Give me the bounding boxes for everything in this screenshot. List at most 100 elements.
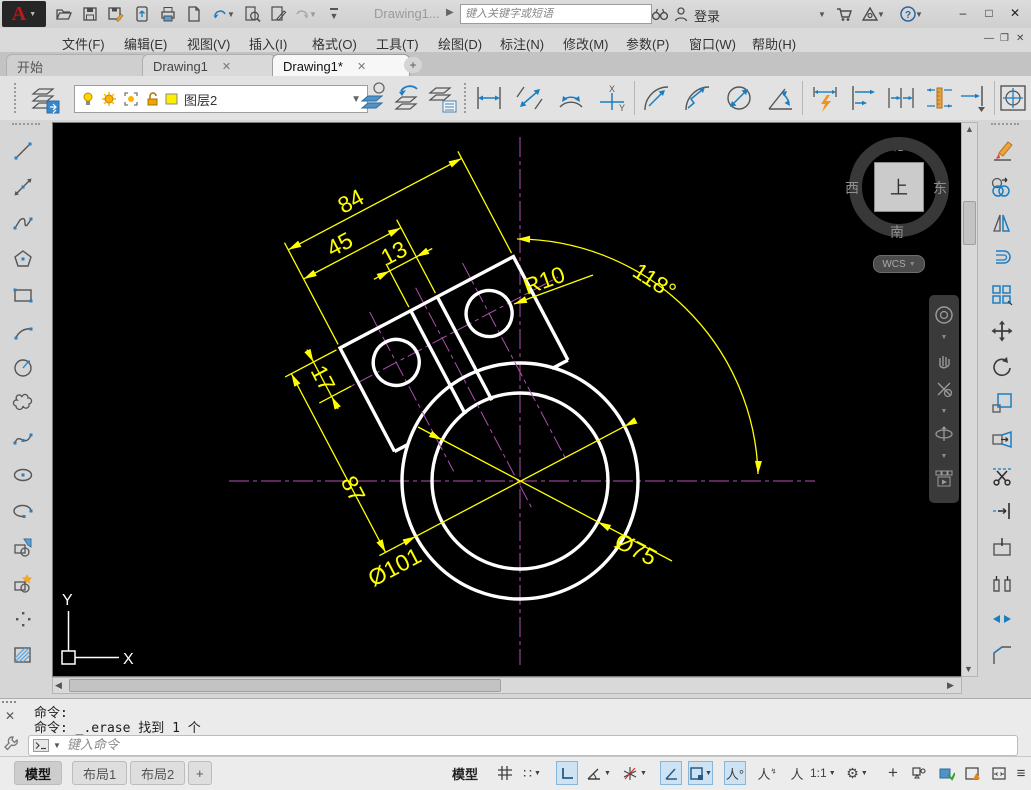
isodraft-toggle[interactable]: ▼ xyxy=(622,761,647,785)
horizontal-scrollbar[interactable]: ◀ ▶ xyxy=(52,677,962,694)
doc-minimize-button[interactable]: — xyxy=(984,33,994,44)
toolbar-grip[interactable] xyxy=(991,123,1019,133)
open-button[interactable] xyxy=(52,3,76,25)
dim-aligned-button[interactable] xyxy=(513,80,547,116)
spline-tool[interactable] xyxy=(6,421,40,457)
a360-dropdown[interactable]: ▼ xyxy=(876,3,886,25)
ucs-icon[interactable]: Y X xyxy=(62,592,134,668)
ellipse-arc-tool[interactable] xyxy=(6,493,40,529)
revision-cloud-tool[interactable] xyxy=(6,385,40,421)
ortho-toggle[interactable] xyxy=(556,761,578,785)
command-input-row[interactable]: ▼ xyxy=(28,735,1018,756)
dim-continue-button[interactable] xyxy=(884,80,918,116)
line-tool[interactable] xyxy=(6,133,40,169)
undo-dropdown[interactable]: ▼ xyxy=(226,3,236,25)
annotation-scale-icon-button[interactable]: 人 xyxy=(786,761,808,785)
dim-radius-button[interactable] xyxy=(640,80,674,116)
doc-restore-button[interactable]: ❐ xyxy=(1000,33,1009,44)
tab-model[interactable]: 模型 xyxy=(14,761,62,785)
stretch-tool[interactable] xyxy=(985,421,1019,457)
annotation-visibility-toggle[interactable]: 人° xyxy=(724,761,746,785)
tab-drawing1[interactable]: Drawing1✕ xyxy=(142,54,276,77)
customization-button[interactable]: ≡ xyxy=(1010,761,1031,785)
toolbar-grip[interactable] xyxy=(14,83,19,113)
move-tool[interactable] xyxy=(985,313,1019,349)
chamfer-tool[interactable] xyxy=(985,637,1019,673)
app-logo-button[interactable]: A ▼ xyxy=(2,1,46,27)
redo-dropdown[interactable]: ▼ xyxy=(308,3,318,25)
quick-dimension-button[interactable] xyxy=(808,80,842,116)
dim-jogged-button[interactable] xyxy=(681,80,715,116)
horizontal-scroll-thumb[interactable] xyxy=(69,679,501,692)
save-to-mobile-button[interactable] xyxy=(130,3,154,25)
plot-button[interactable] xyxy=(156,3,180,25)
toolbar-grip[interactable] xyxy=(464,83,469,113)
rectangle-tool[interactable] xyxy=(6,277,40,313)
annotation-scale-dropdown[interactable]: 1:1▼ xyxy=(810,761,836,785)
dim-ordinate-button[interactable]: XY xyxy=(595,80,629,116)
offset-tool[interactable] xyxy=(985,241,1019,277)
auto-scale-toggle[interactable]: 人↯ xyxy=(756,761,778,785)
search-input[interactable] xyxy=(460,4,652,24)
layer-dropdown[interactable]: 图层2 ▼ xyxy=(74,85,368,113)
toolbar-grip[interactable] xyxy=(12,123,40,133)
object-snap-tracking-toggle[interactable] xyxy=(660,761,682,785)
polygon-tool[interactable] xyxy=(6,241,40,277)
insert-block-tool[interactable] xyxy=(6,529,40,565)
dim-arc-length-button[interactable] xyxy=(554,80,588,116)
dim-break-button[interactable] xyxy=(957,80,991,116)
minimize-button[interactable]: – xyxy=(952,6,974,20)
ellipse-tool[interactable] xyxy=(6,457,40,493)
layer-properties-button[interactable] xyxy=(24,80,68,116)
command-input[interactable] xyxy=(65,737,1013,754)
selection-filtering-button[interactable] xyxy=(908,761,930,785)
layer-states-button[interactable] xyxy=(426,80,460,116)
close-icon[interactable]: ✕ xyxy=(357,60,366,73)
circle-tool[interactable] xyxy=(6,349,40,385)
model-space-canvas[interactable]: 84 45 13 17 87 Ø101 xyxy=(52,122,962,677)
annotation-monitor-button[interactable]: + xyxy=(882,761,904,785)
create-block-tool[interactable] xyxy=(6,565,40,601)
dim-diameter-button[interactable] xyxy=(722,80,756,116)
customize-command-button[interactable] xyxy=(3,735,19,751)
doc-close-button[interactable]: ✕ xyxy=(1016,33,1024,44)
extend-tool[interactable] xyxy=(985,493,1019,529)
close-button[interactable]: ✕ xyxy=(1004,6,1026,20)
point-tool[interactable] xyxy=(6,601,40,637)
scroll-down-arrow[interactable]: ▼ xyxy=(962,663,975,676)
new-layout-button[interactable]: + xyxy=(188,761,212,785)
scroll-left-arrow[interactable]: ◀ xyxy=(55,679,62,692)
join-tool[interactable] xyxy=(985,601,1019,637)
polyline-tool[interactable] xyxy=(6,205,40,241)
trim-tool[interactable] xyxy=(985,457,1019,493)
command-grip[interactable] xyxy=(2,701,16,709)
save-button[interactable] xyxy=(78,3,102,25)
scroll-up-arrow[interactable]: ▲ xyxy=(962,123,977,136)
layer-previous-button[interactable] xyxy=(392,80,426,116)
tab-start[interactable]: 开始 xyxy=(6,54,148,77)
dim-angular-button[interactable] xyxy=(763,80,797,116)
viewcube-south-label[interactable]: 南 xyxy=(890,222,904,242)
viewcube-west-label[interactable]: 西 xyxy=(845,178,859,198)
tab-layout1[interactable]: 布局1 xyxy=(72,761,127,785)
vertical-scrollbar[interactable]: ▲ ▼ xyxy=(961,122,978,677)
viewcube-top-face[interactable]: 上 xyxy=(874,162,924,212)
vertical-scroll-thumb[interactable] xyxy=(963,201,976,245)
maximize-button[interactable]: □ xyxy=(978,6,1000,20)
qat-customize-button[interactable]: ▼ xyxy=(326,3,342,25)
copy-tool[interactable] xyxy=(985,169,1019,205)
search-button[interactable] xyxy=(648,3,672,25)
clean-screen-button[interactable] xyxy=(988,761,1010,785)
grid-toggle[interactable] xyxy=(494,761,516,785)
arc-tool[interactable] xyxy=(6,313,40,349)
construction-line-tool[interactable] xyxy=(6,169,40,205)
rotate-tool[interactable] xyxy=(985,349,1019,385)
markup-button[interactable] xyxy=(266,3,290,25)
isolate-objects-button[interactable] xyxy=(962,761,984,785)
hatch-tool[interactable] xyxy=(6,637,40,673)
dim-linear-button[interactable] xyxy=(472,80,506,116)
mirror-tool[interactable] xyxy=(985,205,1019,241)
signin-dropdown[interactable]: ▼ xyxy=(816,3,828,25)
hardware-acceleration-button[interactable] xyxy=(936,761,958,785)
close-icon[interactable]: ✕ xyxy=(5,709,15,723)
